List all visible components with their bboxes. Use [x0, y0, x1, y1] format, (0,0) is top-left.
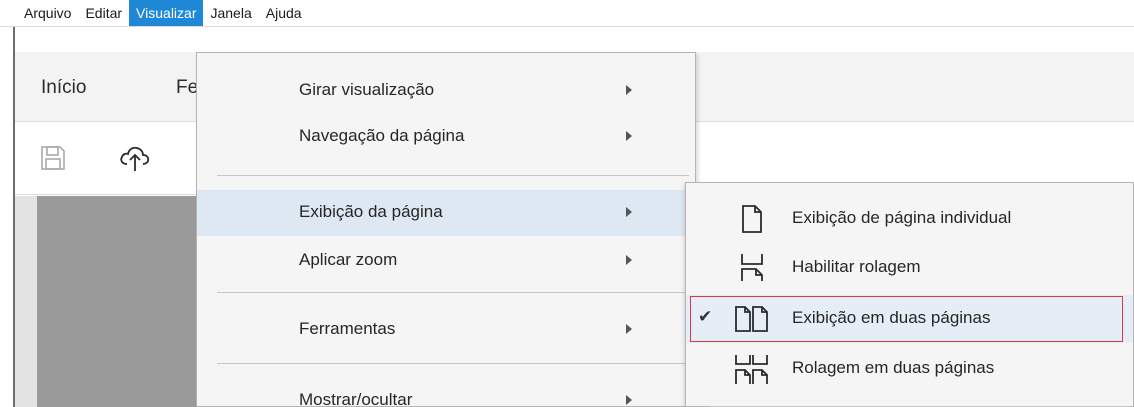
- submenu-item-label: Exibição de página individual: [792, 208, 1012, 227]
- menu-item-label: Navegação da página: [299, 126, 465, 145]
- submenu-arrow-icon: [626, 131, 632, 141]
- scrolling-icon: [734, 252, 770, 284]
- submenu-arrow-icon: [626, 395, 632, 405]
- submenu-item-label: Rolagem em duas páginas: [792, 358, 995, 377]
- menu-bar: Arquivo Editar Visualizar Janela Ajuda: [0, 0, 1134, 27]
- submenu-arrow-icon: [626, 207, 632, 217]
- submenu-arrow-icon: [626, 85, 632, 95]
- menu-item-page-navigation[interactable]: Navegação da página: [197, 114, 695, 160]
- menu-item-label: Mostrar/ocultar: [299, 390, 413, 407]
- menu-separator: [217, 292, 689, 293]
- menu-item-tools[interactable]: Ferramentas: [197, 307, 695, 353]
- submenu-item-single-page[interactable]: Exibição de página individual: [686, 195, 1133, 243]
- cloud-upload-icon[interactable]: [118, 142, 150, 172]
- menu-janela[interactable]: Janela: [203, 0, 258, 26]
- menu-separator: [217, 363, 689, 364]
- menu-item-label: Ferramentas: [299, 319, 396, 338]
- tab-home[interactable]: Início: [41, 77, 86, 99]
- submenu-item-enable-scrolling[interactable]: Habilitar rolagem: [686, 244, 1133, 292]
- menu-arquivo[interactable]: Arquivo: [17, 0, 78, 26]
- page-display-submenu: Exibição de página individual Habilitar …: [685, 182, 1134, 407]
- submenu-item-two-page-scrolling[interactable]: Rolagem em duas páginas: [686, 345, 1133, 393]
- menu-separator: [217, 175, 689, 176]
- submenu-arrow-icon: [626, 255, 632, 265]
- view-menu: Girar visualização Navegação da página E…: [196, 52, 696, 407]
- menu-item-rotate-view[interactable]: Girar visualização: [197, 68, 695, 114]
- menu-visualizar[interactable]: Visualizar: [129, 0, 204, 26]
- menu-item-show-hide[interactable]: Mostrar/ocultar: [197, 378, 695, 407]
- menu-item-label: Girar visualização: [299, 80, 435, 99]
- document-panel: [37, 196, 197, 407]
- menu-ajuda[interactable]: Ajuda: [259, 0, 309, 26]
- two-page-icon: [732, 303, 768, 335]
- two-page-scrolling-icon: [732, 353, 768, 385]
- menu-item-label: Aplicar zoom: [299, 250, 398, 269]
- submenu-arrow-icon: [626, 324, 632, 334]
- submenu-item-label: Habilitar rolagem: [792, 257, 921, 276]
- checkmark-icon: ✔: [698, 307, 713, 326]
- single-page-icon: [734, 203, 770, 235]
- tab-tools-partial[interactable]: Fe: [176, 77, 198, 99]
- save-icon[interactable]: [38, 143, 68, 173]
- menu-editar[interactable]: Editar: [78, 0, 129, 26]
- menu-item-zoom[interactable]: Aplicar zoom: [197, 238, 695, 284]
- submenu-item-two-page[interactable]: ✔ Exibição em duas páginas: [686, 295, 1133, 343]
- submenu-item-label: Exibição em duas páginas: [792, 308, 991, 327]
- menu-item-label: Exibição da página: [299, 202, 443, 221]
- menu-item-page-display[interactable]: Exibição da página: [197, 190, 695, 236]
